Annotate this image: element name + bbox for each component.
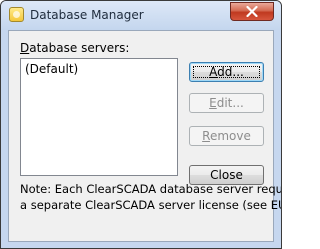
edit-button[interactable]: Edit... (189, 93, 264, 113)
add-button[interactable]: Add... (189, 62, 264, 82)
edit-button-mnemonic: E (209, 96, 217, 110)
database-servers-list[interactable]: (Default) (20, 58, 178, 176)
dialog-client-area: Database servers: (Default) Add... Edit.… (8, 30, 282, 242)
title-bar[interactable]: Database Manager (1, 1, 281, 30)
database-servers-label-mnemonic: D (20, 41, 30, 55)
database-manager-app-icon (9, 7, 24, 22)
close-icon (246, 6, 258, 17)
license-note-line-1: Note: Each ClearSCADA database server re… (20, 182, 282, 196)
license-note-line-2: a separate ClearSCADA server license (se… (20, 198, 282, 212)
database-servers-label: Database servers: (20, 41, 129, 55)
remove-button-label: emove (209, 129, 251, 143)
list-item[interactable]: (Default) (25, 62, 78, 76)
add-button-focus-rect (193, 66, 260, 78)
database-manager-window: Database Manager Database servers: (Defa… (0, 0, 282, 249)
remove-button[interactable]: Remove (189, 126, 264, 146)
remove-button-mnemonic: R (202, 129, 210, 143)
window-title: Database Manager (30, 8, 144, 22)
close-window-button[interactable] (230, 2, 274, 21)
database-servers-label-text: atabase servers: (29, 41, 130, 55)
edit-button-label: dit... (216, 96, 244, 110)
license-note: Note: Each ClearSCADA database server re… (20, 181, 282, 213)
